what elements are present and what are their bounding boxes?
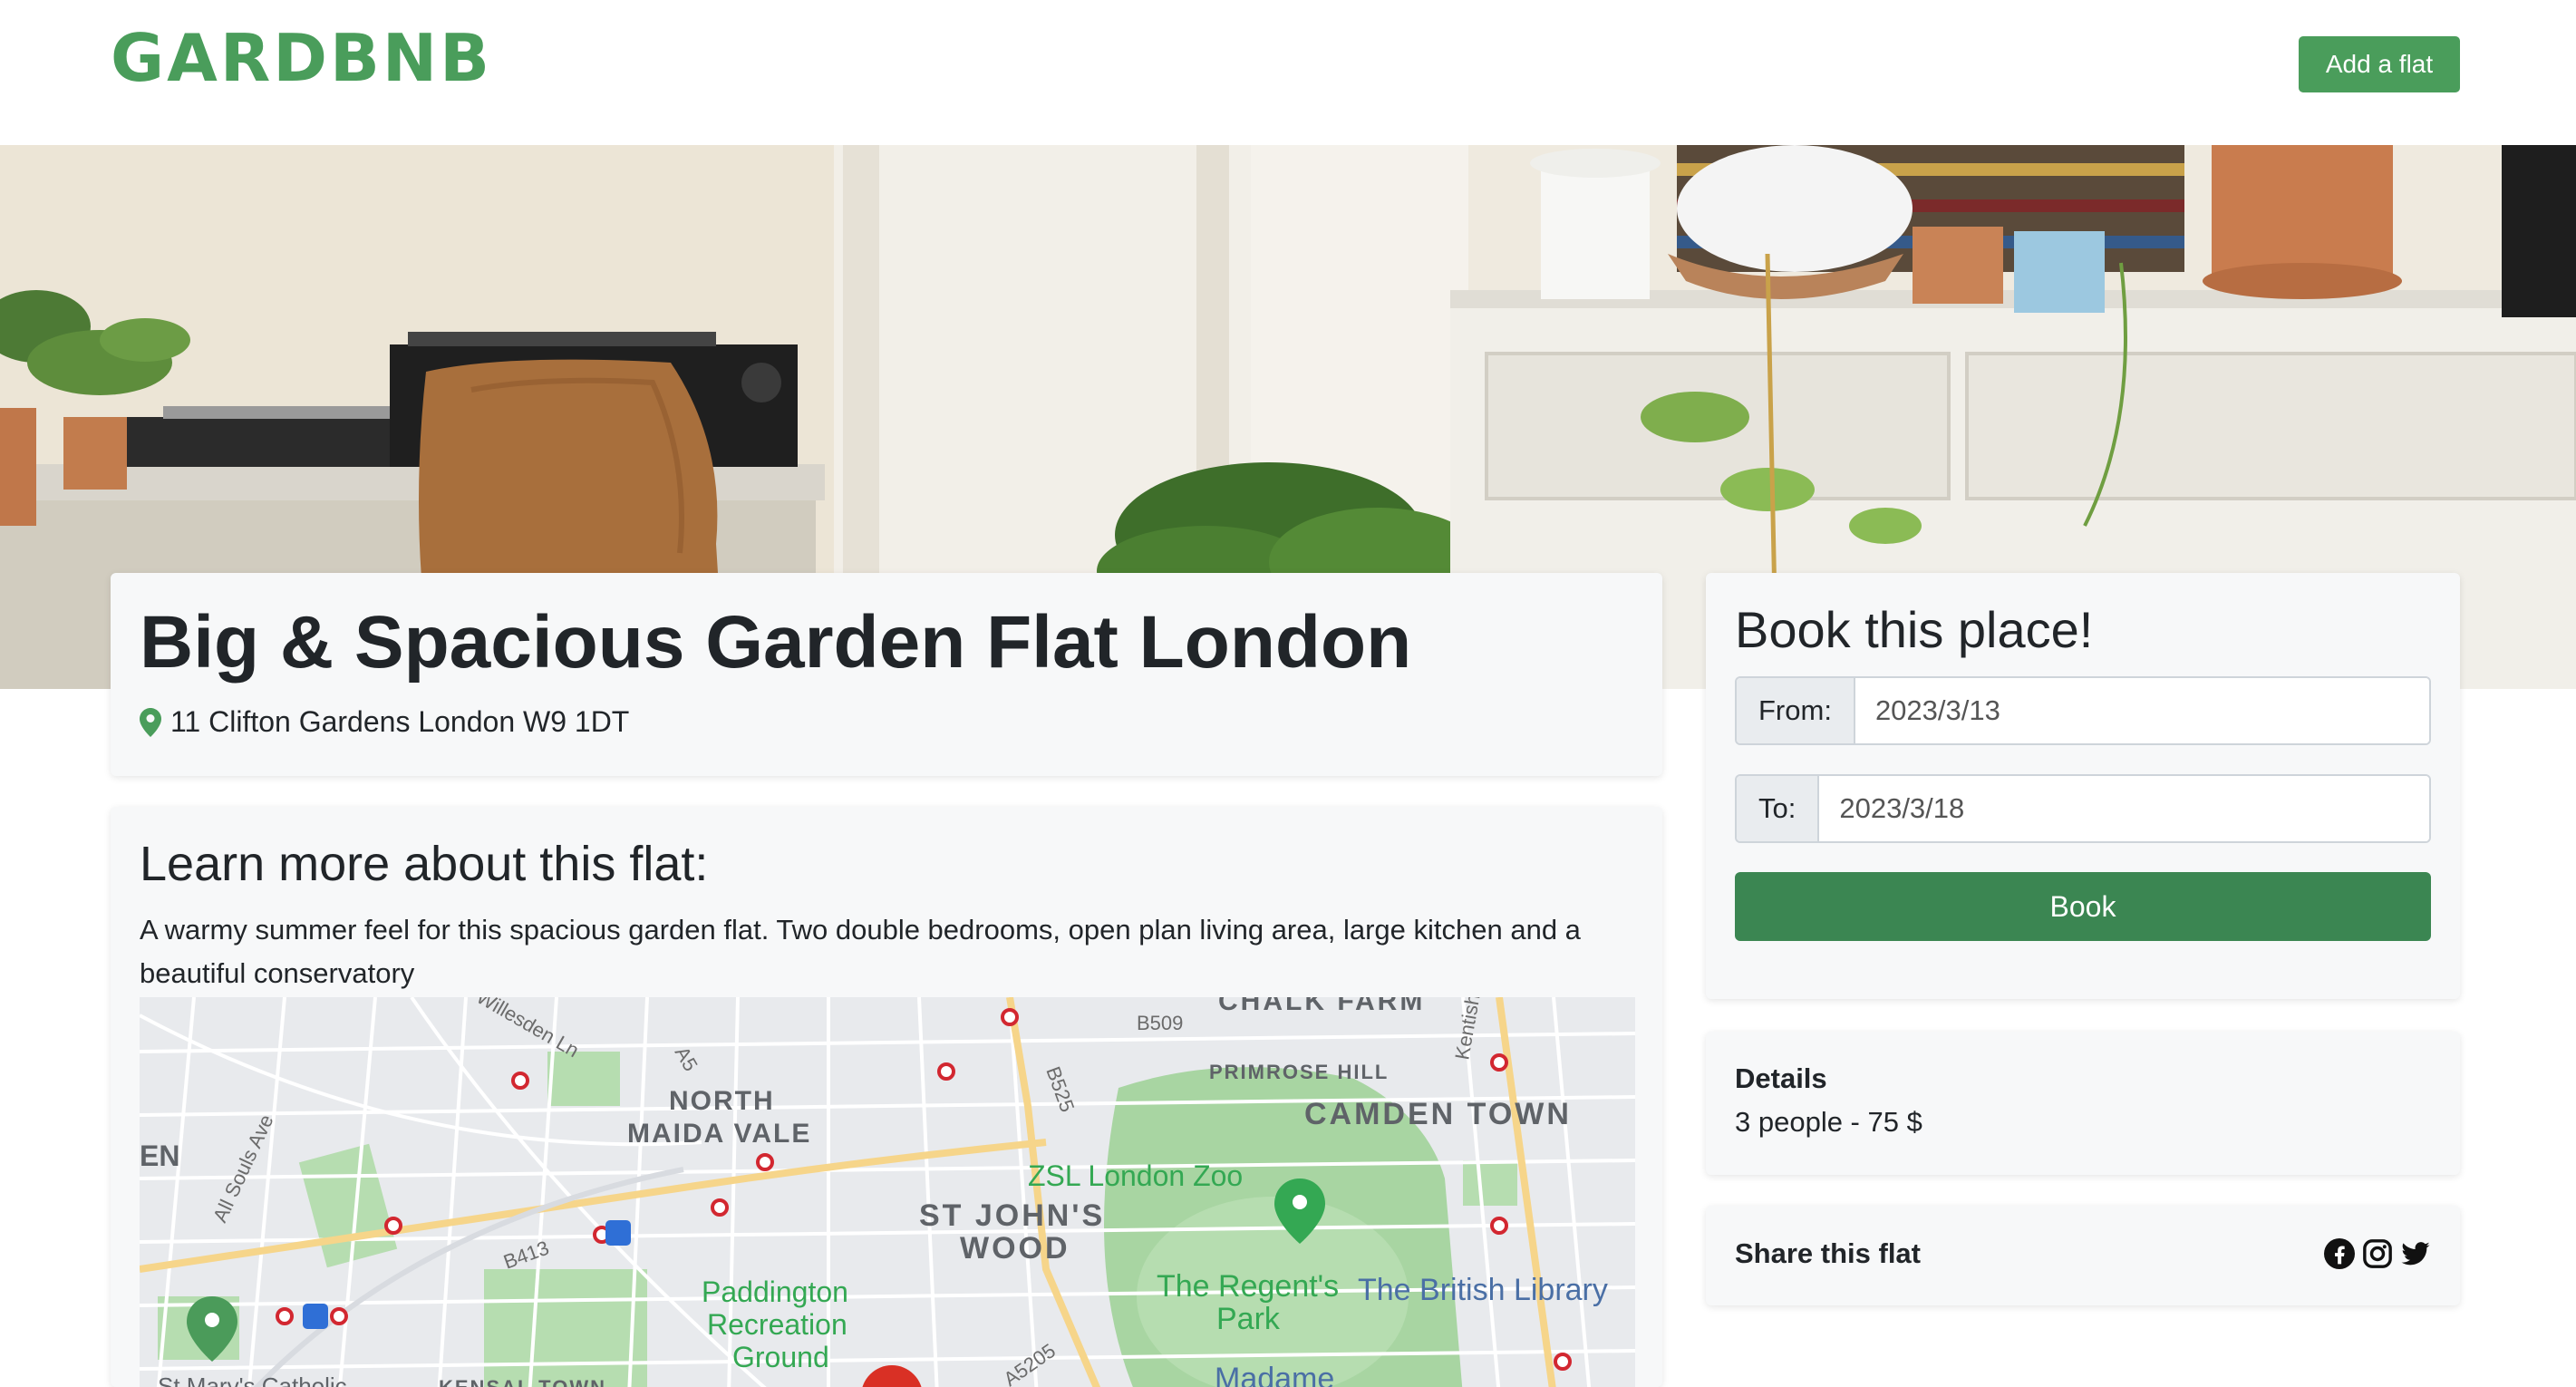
from-date-group: From: — [1735, 676, 2431, 745]
details-value: 3 people - 75 $ — [1735, 1106, 1922, 1138]
map-label-maida-vale: MAIDA VALE — [627, 1119, 811, 1149]
address: 11 Clifton Gardens London W9 1DT — [140, 705, 629, 739]
map-label-regents-park-1: The Regent's — [1157, 1269, 1339, 1304]
details-title: Details — [1735, 1062, 1827, 1094]
about-heading: Learn more about this flat: — [140, 837, 709, 891]
map-label-camden-town: CAMDEN TOWN — [1304, 1097, 1572, 1131]
from-label: From: — [1737, 678, 1855, 743]
instagram-icon[interactable] — [2362, 1238, 2393, 1269]
navbar: GARDBNB Add a flat — [0, 0, 2576, 145]
map-label-st-marys: St Mary's Catholic — [158, 1372, 347, 1387]
map-label-primrose-hill: PRIMROSE HILL — [1209, 1061, 1389, 1083]
flat-description: A warmy summer feel for this spacious ga… — [140, 914, 1581, 989]
map-pin-icon — [140, 707, 161, 737]
address-text: 11 Clifton Gardens London W9 1DT — [170, 705, 630, 738]
location-map[interactable]: CHALK FARM PRIMROSE HILL CAMDEN TOWN NOR… — [140, 997, 1635, 1387]
twitter-icon[interactable] — [2400, 1238, 2431, 1269]
map-label-madame: Madame — [1215, 1362, 1334, 1387]
map-label-chalk-farm: CHALK FARM — [1218, 997, 1425, 1016]
booking-card: Book this place! From: To: Book — [1706, 573, 2460, 999]
share-card: Share this flat — [1706, 1206, 2460, 1305]
to-date-input[interactable] — [1819, 776, 2429, 841]
share-title: Share this flat — [1735, 1237, 1921, 1269]
map-label-north: NORTH — [669, 1086, 775, 1116]
from-date-input[interactable] — [1855, 678, 2429, 743]
social-icons — [2324, 1238, 2431, 1269]
flat-title-card: Big & Spacious Garden Flat London 11 Cli… — [111, 573, 1662, 776]
map-label-paddington-3: Ground — [732, 1341, 829, 1373]
map-label-en: EN — [140, 1140, 179, 1172]
book-button[interactable]: Book — [1735, 872, 2431, 941]
map-label-paddington-2: Recreation — [707, 1308, 847, 1341]
brand-logo[interactable]: GARDBNB — [111, 20, 492, 96]
flat-title: Big & Spacious Garden Flat London — [140, 601, 1412, 684]
map-label-wood: WOOD — [960, 1231, 1070, 1266]
map-label-regents-park-2: Park — [1216, 1302, 1281, 1336]
map-label-st-johns: ST JOHN'S — [919, 1198, 1105, 1233]
map-label-b509: B509 — [1137, 1012, 1183, 1034]
map-label-kensal-town: KENSAL TOWN — [439, 1376, 606, 1387]
map-label-zoo: ZSL London Zoo — [1028, 1159, 1243, 1192]
about-card: Learn more about this flat: A warmy summ… — [111, 807, 1662, 1387]
booking-heading: Book this place! — [1735, 601, 2094, 658]
details-card: Details 3 people - 75 $ — [1706, 1032, 2460, 1175]
map-label-paddington-1: Paddington — [702, 1275, 848, 1308]
map-label-british-library: The British Library — [1358, 1273, 1608, 1307]
facebook-icon[interactable] — [2324, 1238, 2355, 1269]
add-flat-button[interactable]: Add a flat — [2299, 36, 2460, 92]
to-date-group: To: — [1735, 774, 2431, 843]
to-label: To: — [1737, 776, 1820, 841]
